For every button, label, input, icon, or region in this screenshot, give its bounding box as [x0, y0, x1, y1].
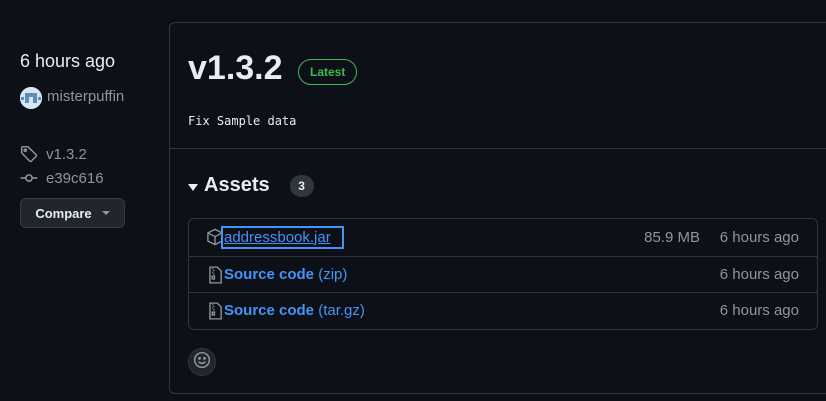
asset-row: Source code (zip) 6 hours ago	[189, 255, 817, 293]
git-commit-icon	[20, 169, 38, 187]
compare-button[interactable]: Compare	[20, 198, 125, 228]
asset-link-addressbook-jar[interactable]: addressbook.jar	[221, 225, 344, 249]
asset-ext: (zip)	[318, 265, 348, 283]
assets-count-badge: 3	[289, 174, 314, 197]
author-name[interactable]: misterpuffin	[20, 86, 125, 108]
tag-link[interactable]: v1.3.2	[20, 145, 87, 163]
chevron-down-icon	[101, 211, 110, 215]
divider	[170, 148, 826, 149]
compare-label: Compare	[35, 205, 92, 221]
asset-row: Source code (tar.gz) 6 hours ago	[189, 292, 817, 329]
commit-label: e39c616	[46, 169, 104, 187]
assets-toggle[interactable]: Assets 3	[188, 174, 314, 197]
file-zip-icon	[206, 265, 224, 284]
triangle-down-icon	[188, 183, 198, 191]
asset-name: Source code	[224, 302, 315, 320]
asset-time: 6 hours ago	[719, 265, 799, 283]
tag-label: v1.3.2	[46, 145, 87, 163]
release-notes: Fix Sample data	[188, 114, 297, 128]
add-reaction-button[interactable]	[188, 348, 216, 376]
release-time: 6 hours ago	[20, 51, 116, 71]
asset-link-source-targz[interactable]: Source code (tar.gz)	[224, 302, 365, 319]
asset-time: 6 hours ago	[719, 228, 799, 246]
asset-name: addressbook.jar	[224, 228, 331, 246]
commit-link[interactable]: e39c616	[20, 169, 104, 187]
latest-badge: Latest	[298, 59, 358, 85]
asset-list: addressbook.jar 85.9 MB 6 hours ago Sour…	[188, 218, 818, 330]
tag-icon	[20, 145, 38, 163]
smiley-icon	[193, 351, 211, 374]
asset-size: 85.9 MB	[644, 228, 700, 246]
asset-time: 6 hours ago	[719, 302, 799, 320]
asset-link-source-zip[interactable]: Source code (zip)	[224, 266, 347, 283]
asset-ext: (tar.gz)	[318, 302, 365, 320]
asset-row: addressbook.jar 85.9 MB 6 hours ago	[189, 219, 817, 256]
asset-name: Source code	[224, 265, 315, 283]
package-icon	[206, 228, 224, 246]
release-card: v1.3.2 Latest Fix Sample data Assets 3 a…	[169, 22, 826, 394]
release-title[interactable]: v1.3.2	[188, 49, 283, 88]
assets-title: Assets	[204, 174, 270, 196]
file-zip-icon	[206, 302, 224, 320]
